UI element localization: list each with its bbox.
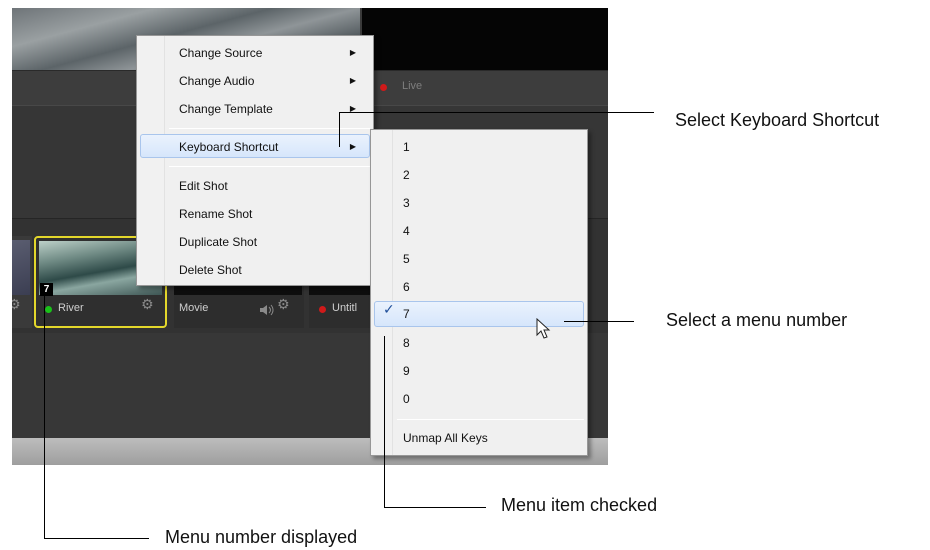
menu-item-duplicate-shot[interactable]: Duplicate Shot	[140, 230, 370, 254]
speaker-icon[interactable]	[259, 304, 275, 316]
menu-item-change-template[interactable]: Change Template ▶	[140, 97, 370, 121]
gear-icon[interactable]: ⚙	[12, 297, 21, 313]
checkmark-icon: ✓	[383, 302, 395, 318]
shot-name: Untitl	[332, 302, 358, 314]
status-dot	[319, 306, 326, 313]
menu-item-edit-shot[interactable]: Edit Shot	[140, 174, 370, 198]
shortcut-item-4[interactable]: 4	[374, 219, 584, 243]
shortcut-item-7[interactable]: ✓ 7	[374, 301, 584, 327]
annotation-leader	[384, 507, 486, 508]
shortcut-item-5[interactable]: 5	[374, 247, 584, 271]
annotation-leader	[44, 287, 45, 538]
shortcut-number-badge: 7	[40, 283, 53, 296]
annotation-select-number: Select a menu number	[666, 310, 848, 330]
menu-item-label: Edit Shot	[179, 179, 228, 193]
annotation-item-checked: Menu item checked	[501, 495, 658, 515]
annotation-leader	[339, 112, 340, 147]
menu-item-label: Unmap All Keys	[403, 431, 488, 445]
gear-icon[interactable]: ⚙	[277, 297, 290, 313]
menu-item-label: 7	[403, 307, 410, 321]
unmap-all-keys-item[interactable]: Unmap All Keys	[374, 426, 584, 450]
status-dot	[45, 306, 52, 313]
shot-context-menu: Change Source ▶ Change Audio ▶ Change Te…	[136, 35, 374, 286]
shortcut-item-2[interactable]: 2	[374, 163, 584, 187]
annotation-number-displayed: Menu number displayed	[165, 527, 358, 547]
menu-item-label: 6	[403, 280, 410, 294]
menu-item-label: Change Template	[179, 102, 273, 116]
live-indicator-dot	[380, 84, 387, 91]
shot-name: River	[58, 302, 84, 314]
keyboard-shortcut-submenu: 1 2 3 4 5 6 ✓ 7 8 9 0 Unmap All Keys	[370, 129, 588, 456]
annotation-select-shortcut: Select Keyboard Shortcut	[675, 110, 880, 130]
shot-name: Movie	[179, 302, 209, 314]
submenu-arrow-icon: ▶	[349, 76, 356, 85]
annotation-leader	[339, 112, 654, 113]
menu-item-label: Delete Shot	[179, 263, 242, 277]
shot-thumbnail[interactable]	[12, 236, 32, 328]
gear-icon[interactable]: ⚙	[141, 297, 154, 313]
menu-item-label: 0	[403, 392, 410, 406]
menu-item-rename-shot[interactable]: Rename Shot	[140, 202, 370, 226]
mouse-cursor-icon	[536, 318, 551, 339]
menu-item-label: 3	[403, 196, 410, 210]
menu-item-label: Change Source	[179, 46, 263, 60]
annotation-leader	[384, 336, 385, 507]
shot-preview-image	[12, 240, 30, 295]
shortcut-item-0[interactable]: 0	[374, 387, 584, 411]
menu-separator	[169, 166, 370, 167]
menu-item-keyboard-shortcut[interactable]: Keyboard Shortcut ▶	[140, 134, 370, 158]
menu-item-label: 1	[403, 140, 410, 154]
live-preview	[362, 8, 608, 70]
shortcut-item-1[interactable]: 1	[374, 135, 584, 159]
menu-item-label: 9	[403, 364, 410, 378]
live-label: Live	[402, 80, 423, 92]
shortcut-item-6[interactable]: 6	[374, 275, 584, 299]
submenu-arrow-icon: ▶	[349, 142, 356, 151]
annotation-leader	[564, 321, 634, 322]
menu-item-label: Rename Shot	[179, 207, 253, 221]
shortcut-item-9[interactable]: 9	[374, 359, 584, 383]
menu-item-change-source[interactable]: Change Source ▶	[140, 41, 370, 65]
annotation-leader	[44, 538, 149, 539]
submenu-arrow-icon: ▶	[349, 48, 356, 57]
menu-separator	[397, 419, 584, 420]
menu-item-label: 2	[403, 168, 410, 182]
shortcut-item-3[interactable]: 3	[374, 191, 584, 215]
menu-item-label: 5	[403, 252, 410, 266]
menu-item-label: 4	[403, 224, 410, 238]
menu-item-label: 8	[403, 336, 410, 350]
submenu-arrow-icon: ▶	[349, 104, 356, 113]
menu-item-label: Keyboard Shortcut	[179, 140, 279, 154]
menu-item-label: Duplicate Shot	[179, 235, 258, 249]
menu-item-change-audio[interactable]: Change Audio ▶	[140, 69, 370, 93]
menu-item-label: Change Audio	[179, 74, 255, 88]
menu-item-delete-shot[interactable]: Delete Shot	[140, 258, 370, 282]
shortcut-item-8[interactable]: 8	[374, 331, 584, 355]
